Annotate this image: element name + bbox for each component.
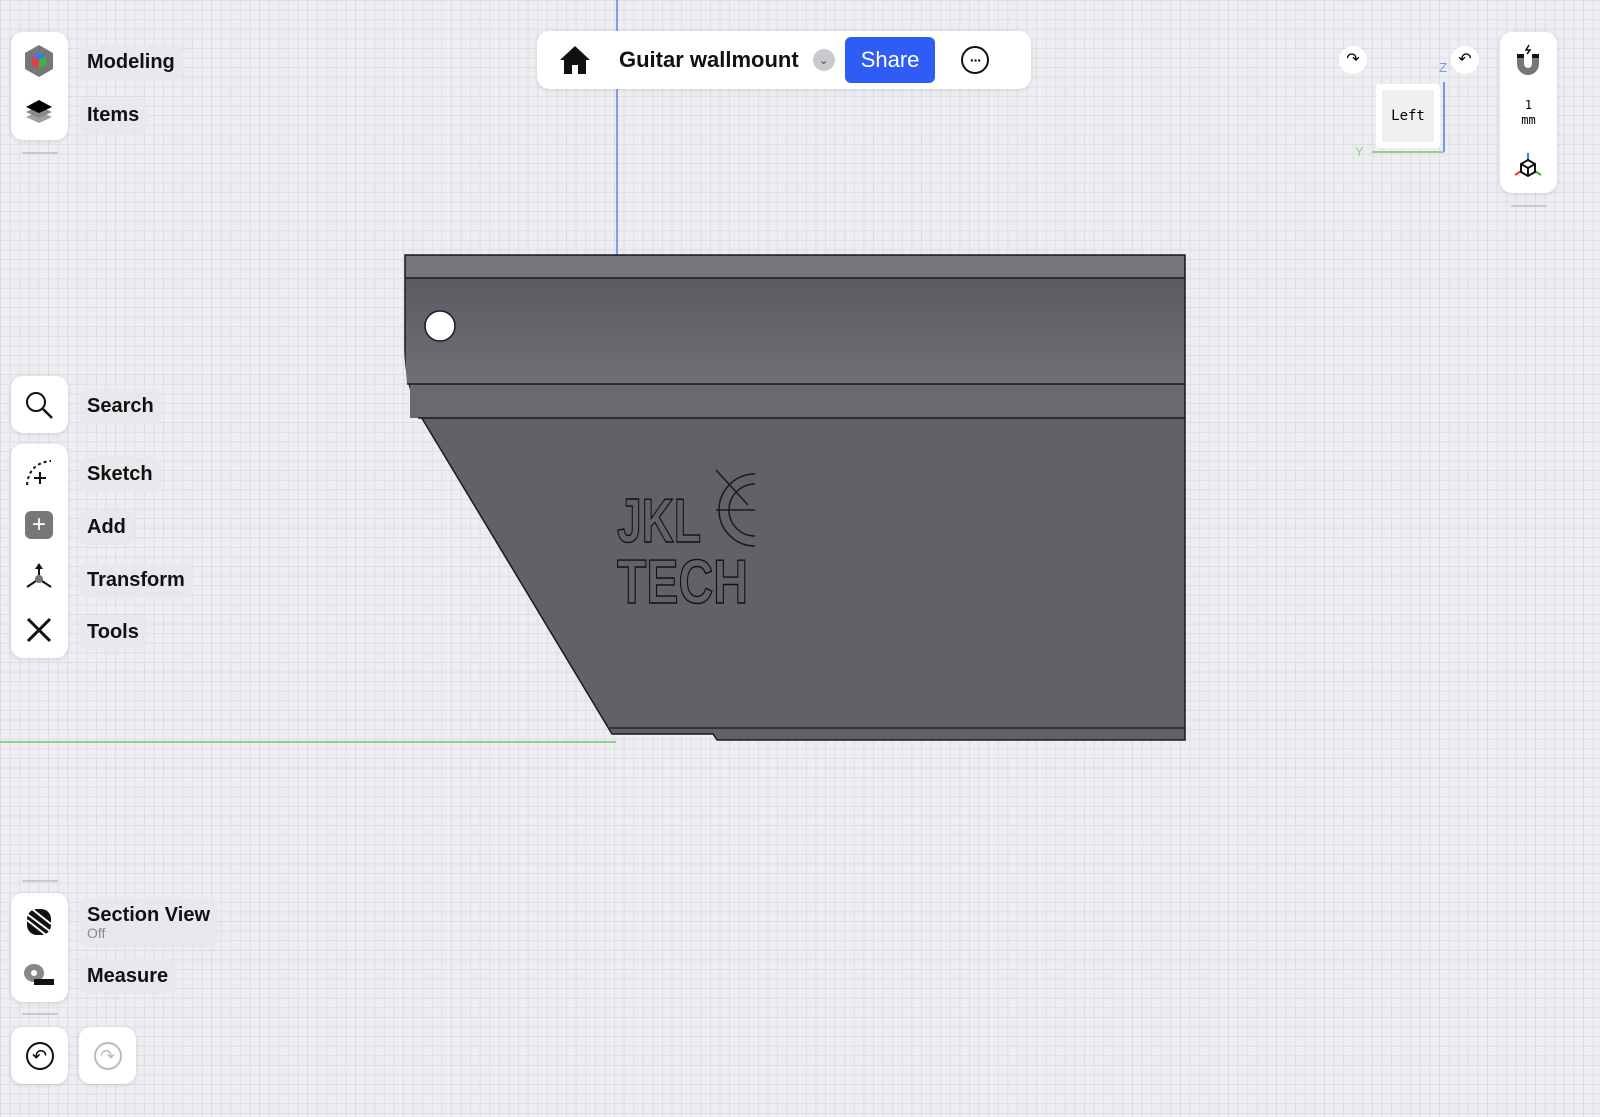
sketch-label[interactable]: Sketch: [79, 457, 161, 492]
rotate-right-button[interactable]: ↷: [1339, 46, 1367, 74]
search-icon: [19, 385, 59, 425]
transform-icon[interactable]: [19, 558, 59, 598]
logo-line2: TECH: [617, 548, 748, 617]
items-layers-icon[interactable]: [19, 93, 59, 133]
home-button[interactable]: [547, 44, 603, 76]
grid-size-button[interactable]: 1 mm: [1500, 98, 1557, 128]
items-label[interactable]: Items: [79, 98, 148, 133]
model-viewport[interactable]: JKL TECH: [0, 0, 1600, 1117]
share-button[interactable]: Share: [844, 37, 936, 83]
divider: [22, 880, 58, 882]
section-view-icon[interactable]: [19, 902, 59, 942]
modeling-label[interactable]: Modeling: [79, 45, 183, 80]
divider: [22, 1013, 58, 1015]
tools-icon[interactable]: [19, 610, 59, 650]
document-toolbar: Guitar wallmount ⌄ Share ···: [537, 31, 1031, 89]
snap-magnet-icon[interactable]: [1508, 40, 1548, 80]
add-icon[interactable]: +: [19, 505, 59, 545]
redo-button[interactable]: ↷: [79, 1027, 136, 1084]
axis-z-label: Z: [1439, 60, 1447, 75]
measure-tape-icon[interactable]: [19, 955, 59, 995]
rotate-left-button[interactable]: ↶: [1451, 46, 1479, 74]
search-label[interactable]: Search: [79, 389, 162, 424]
view-orientation-cube-icon[interactable]: [1508, 146, 1548, 186]
title-dropdown-chevron-icon[interactable]: ⌄: [812, 49, 835, 71]
modeling-icon[interactable]: [19, 41, 59, 81]
axis-y-label: Y: [1355, 144, 1364, 159]
undo-button[interactable]: ↶: [11, 1027, 68, 1084]
measure-label[interactable]: Measure: [79, 959, 177, 994]
divider: [22, 152, 58, 154]
document-title[interactable]: Guitar wallmount: [619, 47, 799, 73]
add-label[interactable]: Add: [79, 510, 134, 545]
section-view-label[interactable]: Section View Off: [79, 898, 219, 948]
tools-label[interactable]: Tools: [79, 615, 147, 650]
more-options-icon[interactable]: ···: [961, 46, 990, 74]
mount-hole: [424, 310, 456, 342]
model-top-rail: [406, 256, 1184, 278]
undo-icon: ↶: [25, 1041, 54, 1070]
logo-line1: JKL: [617, 487, 701, 556]
view-cube-face[interactable]: Left: [1376, 84, 1440, 148]
redo-icon: ↷: [93, 1041, 122, 1070]
divider: [1511, 205, 1547, 207]
section-view-status: Off: [87, 925, 106, 941]
home-icon: [560, 46, 590, 74]
view-cube-z-axis: [1443, 82, 1445, 152]
transform-label[interactable]: Transform: [79, 563, 193, 598]
sketch-icon[interactable]: [19, 453, 59, 493]
view-cube-y-axis: [1372, 151, 1444, 153]
